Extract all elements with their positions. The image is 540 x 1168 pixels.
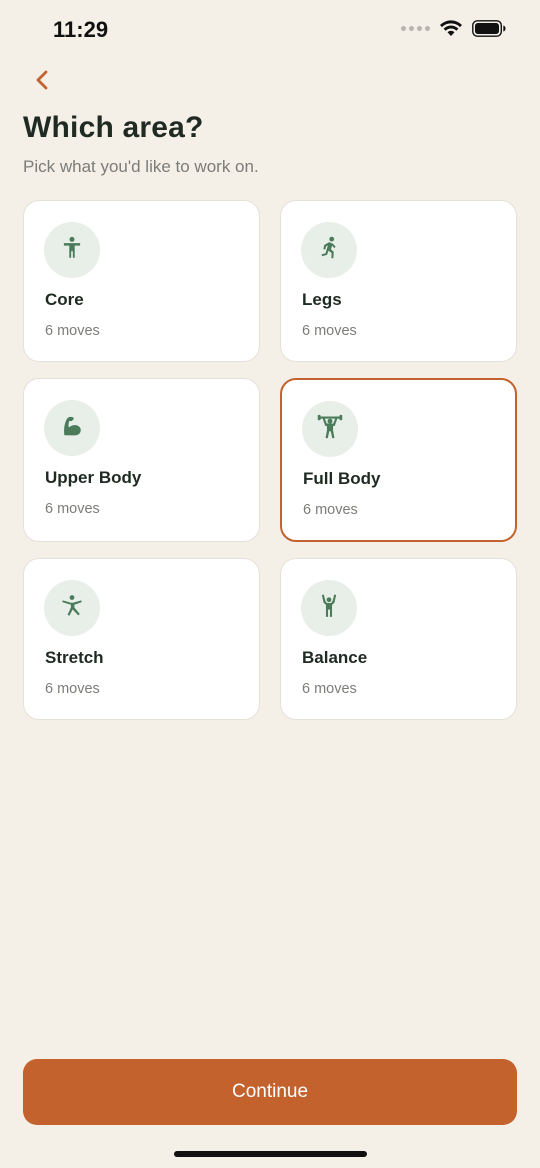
stretching-person-icon [59, 593, 85, 624]
weightlifter-icon [316, 413, 344, 446]
status-time: 11:29 [53, 17, 109, 42]
area-card-full-body[interactable]: Full Body 6 moves [280, 378, 517, 542]
area-card-moves: 6 moves [302, 323, 357, 339]
area-card-upper-body[interactable]: Upper Body 6 moves [23, 378, 260, 542]
battery-icon [472, 20, 506, 37]
running-person-icon [316, 235, 342, 266]
home-indicator [174, 1151, 367, 1157]
area-card-title: Balance [302, 648, 368, 667]
area-card-title: Stretch [45, 648, 104, 667]
area-card-moves: 6 moves [303, 502, 358, 518]
back-button[interactable] [26, 66, 58, 98]
cellular-signal-icon [401, 26, 430, 31]
area-card-moves: 6 moves [302, 681, 357, 697]
area-card-moves: 6 moves [45, 323, 100, 339]
icon-badge [44, 400, 100, 456]
area-card-balance[interactable]: Balance 6 moves [280, 558, 517, 720]
status-indicators [401, 20, 506, 37]
area-card-title: Core [45, 290, 84, 309]
continue-button[interactable]: Continue [23, 1059, 517, 1125]
status-bar: 11:29 [0, 0, 540, 62]
area-card-title: Legs [302, 290, 342, 309]
arms-raised-person-icon [316, 593, 342, 624]
icon-badge [302, 401, 358, 457]
icon-badge [44, 580, 100, 636]
area-card-title: Upper Body [45, 468, 142, 487]
area-card-core[interactable]: Core 6 moves [23, 200, 260, 362]
flexed-arm-icon [59, 413, 85, 444]
area-card-stretch[interactable]: Stretch 6 moves [23, 558, 260, 720]
area-card-legs[interactable]: Legs 6 moves [280, 200, 517, 362]
page-title: Which area? [23, 111, 204, 144]
area-card-title: Full Body [303, 469, 381, 488]
wifi-icon [440, 20, 462, 37]
page-subtitle: Pick what you'd like to work on. [23, 157, 259, 176]
standing-person-icon [59, 235, 85, 266]
icon-badge [301, 580, 357, 636]
area-card-moves: 6 moves [45, 501, 100, 517]
icon-badge [301, 222, 357, 278]
icon-badge [44, 222, 100, 278]
chevron-left-icon [35, 70, 49, 95]
area-card-moves: 6 moves [45, 681, 100, 697]
